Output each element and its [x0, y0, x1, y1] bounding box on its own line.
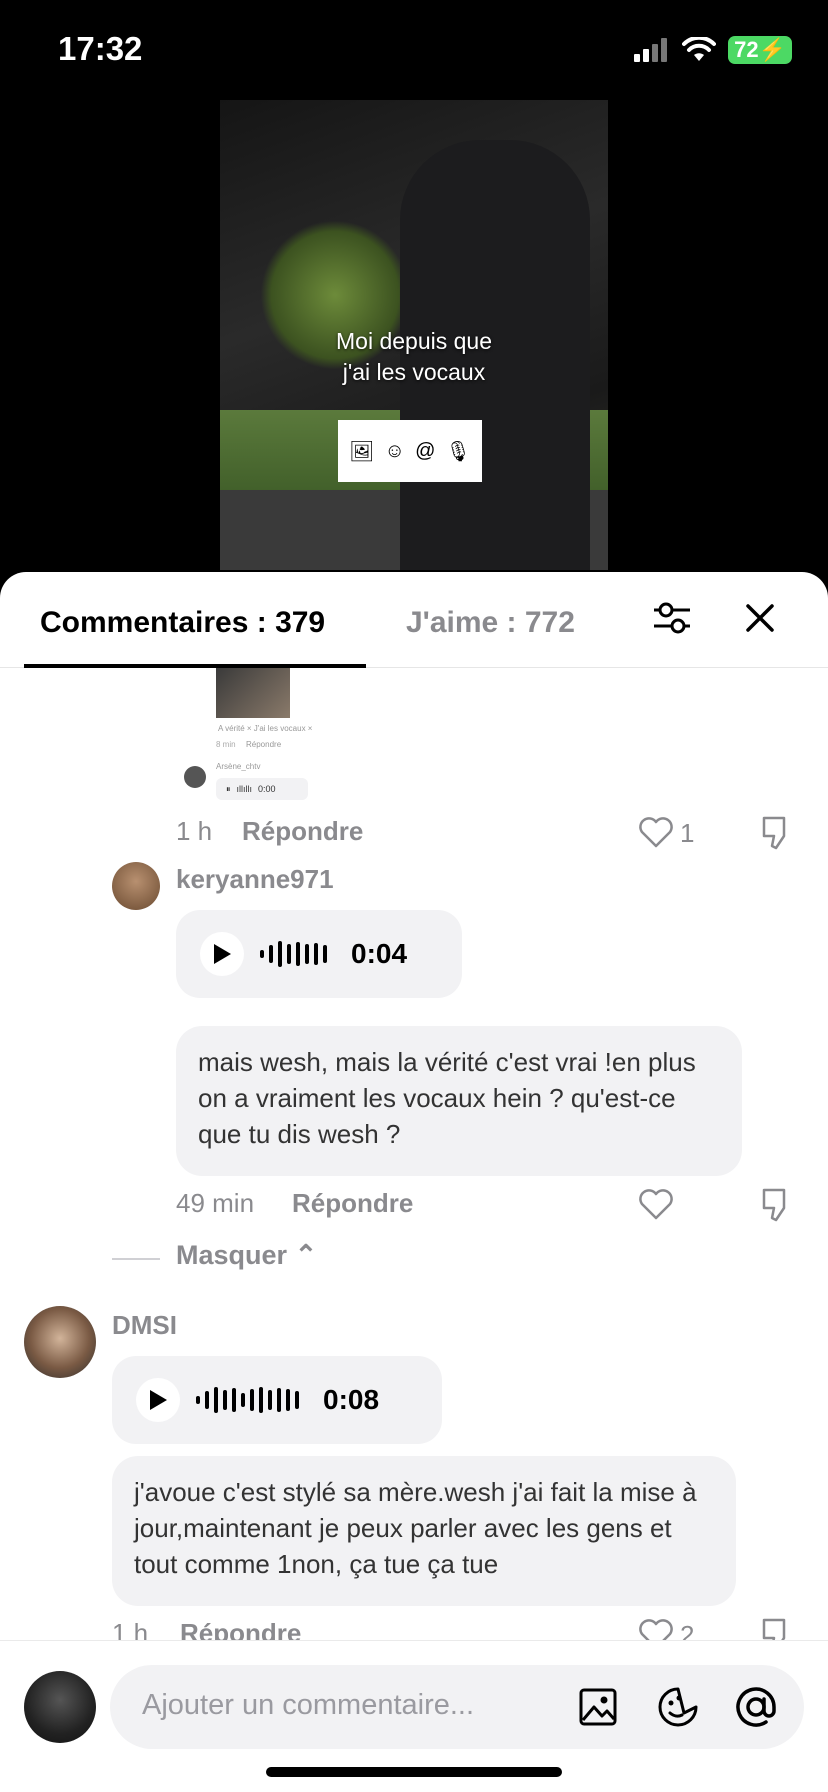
- comment-text: mais wesh, mais la vérité c'est vrai !en…: [176, 1026, 742, 1176]
- reply-button[interactable]: Répondre: [242, 816, 363, 847]
- comments-list: A vérité × J'ai les vocaux × 8 min Répon…: [0, 668, 828, 1640]
- comment-input-placeholder: Ajouter un commentaire...: [142, 1689, 475, 1721]
- comment-text: j'avoue c'est stylé sa mère.wesh j'ai fa…: [112, 1456, 736, 1606]
- signal-icon: [634, 38, 668, 62]
- comments-sheet: Commentaires : 379 J'aime : 772 A vérité…: [0, 572, 828, 1792]
- dislike-icon[interactable]: [758, 814, 794, 850]
- mention-icon: @: [415, 439, 436, 462]
- hide-replies-label: Masquer: [176, 1240, 288, 1270]
- video-player[interactable]: Moi depuis que j'ai les vocaux 🖼 ☺ @ 🎙: [220, 100, 608, 570]
- image-icon: 🖼: [349, 440, 375, 463]
- comment-username[interactable]: DMSI: [112, 1310, 177, 1341]
- status-bar: 17:32 72 ⚡: [0, 0, 828, 100]
- comment-input[interactable]: Ajouter un commentaire...: [110, 1665, 804, 1749]
- voice-waveform: [196, 1387, 299, 1413]
- comment-meta-row: 1 h Répondre 2: [0, 1614, 828, 1640]
- comment-meta-row: 1 h Répondre 1: [0, 812, 828, 852]
- tab-likes[interactable]: J'aime : 772: [406, 606, 575, 640]
- comments-tabs: Commentaires : 379 J'aime : 772: [0, 572, 828, 668]
- play-icon: [150, 1390, 167, 1410]
- video-overlay-toolbar: 🖼 ☺ @ 🎙: [338, 420, 482, 482]
- pause-icon: ⏸: [226, 783, 231, 794]
- voice-duration: 0:04: [351, 938, 408, 969]
- reply-button[interactable]: Répondre: [292, 1188, 413, 1219]
- tab-comments[interactable]: Commentaires : 379: [40, 606, 325, 640]
- voice-message[interactable]: 0:04: [176, 910, 462, 998]
- status-time: 17:32: [58, 30, 143, 67]
- emoji-icon[interactable]: [656, 1685, 700, 1729]
- voice-duration: 0:08: [323, 1384, 380, 1415]
- charging-icon: ⚡: [758, 37, 786, 62]
- attachment-duration: 0:00: [258, 784, 276, 794]
- play-icon: [214, 944, 231, 964]
- voice-waveform: [260, 941, 327, 967]
- battery-level: 72: [734, 37, 759, 62]
- battery-indicator: 72 ⚡: [728, 36, 792, 64]
- play-button[interactable]: [136, 1378, 180, 1422]
- attachment-text-reply: Répondre: [246, 740, 282, 749]
- image-icon[interactable]: [576, 1685, 620, 1729]
- close-icon[interactable]: [742, 600, 778, 636]
- reply-button[interactable]: Répondre: [180, 1618, 301, 1640]
- play-button[interactable]: [200, 932, 244, 976]
- avatar[interactable]: [24, 1306, 96, 1378]
- attachment-wave: ıllıllı: [236, 784, 253, 794]
- comment-time: 1 h: [112, 1618, 149, 1640]
- voice-message[interactable]: 0:08: [112, 1356, 442, 1444]
- heart-icon[interactable]: [638, 1188, 674, 1220]
- comment-meta-row: 49 min Répondre: [0, 1184, 828, 1224]
- wifi-icon: [682, 37, 717, 61]
- attachment-text-line1: A vérité × J'ai les vocaux ×: [218, 724, 313, 733]
- attachment-voice-pill: ⏸ ıllıllı 0:00: [216, 778, 308, 800]
- like-count: 1: [680, 818, 695, 848]
- attachment-text-time: 8 min: [216, 740, 236, 749]
- microphone-icon: 🎙: [445, 440, 471, 463]
- heart-icon[interactable]: [638, 1618, 674, 1640]
- chevron-up-icon: ⌃: [294, 1240, 318, 1270]
- attachment-username: Arsène_chtv: [216, 762, 261, 771]
- status-icons: 72 ⚡: [634, 36, 792, 64]
- comment-image-attachment[interactable]: A vérité × J'ai les vocaux × 8 min Répon…: [178, 668, 428, 808]
- video-caption-line1: Moi depuis que: [336, 328, 492, 354]
- attachment-thumbnail: [216, 668, 290, 718]
- comment-time: 49 min: [176, 1188, 255, 1218]
- user-avatar[interactable]: [24, 1671, 96, 1743]
- filter-icon[interactable]: [652, 598, 692, 638]
- video-caption: Moi depuis que j'ai les vocaux: [220, 326, 608, 388]
- dislike-icon[interactable]: [758, 1616, 794, 1640]
- avatar[interactable]: [112, 862, 160, 910]
- dislike-icon[interactable]: [758, 1186, 794, 1222]
- mention-icon[interactable]: [734, 1685, 778, 1729]
- comment-time: 1 h: [176, 816, 213, 846]
- video-caption-line2: j'ai les vocaux: [342, 359, 486, 385]
- comment-username[interactable]: keryanne971: [176, 864, 334, 895]
- masquer-divider: [112, 1258, 160, 1260]
- home-indicator: [266, 1767, 562, 1777]
- hide-replies-button[interactable]: Masquer ⌃: [176, 1240, 317, 1271]
- like-count: 2: [680, 1620, 695, 1640]
- heart-icon[interactable]: [638, 816, 674, 848]
- sticker-icon: ☺: [384, 439, 405, 462]
- attachment-avatar: [184, 766, 206, 788]
